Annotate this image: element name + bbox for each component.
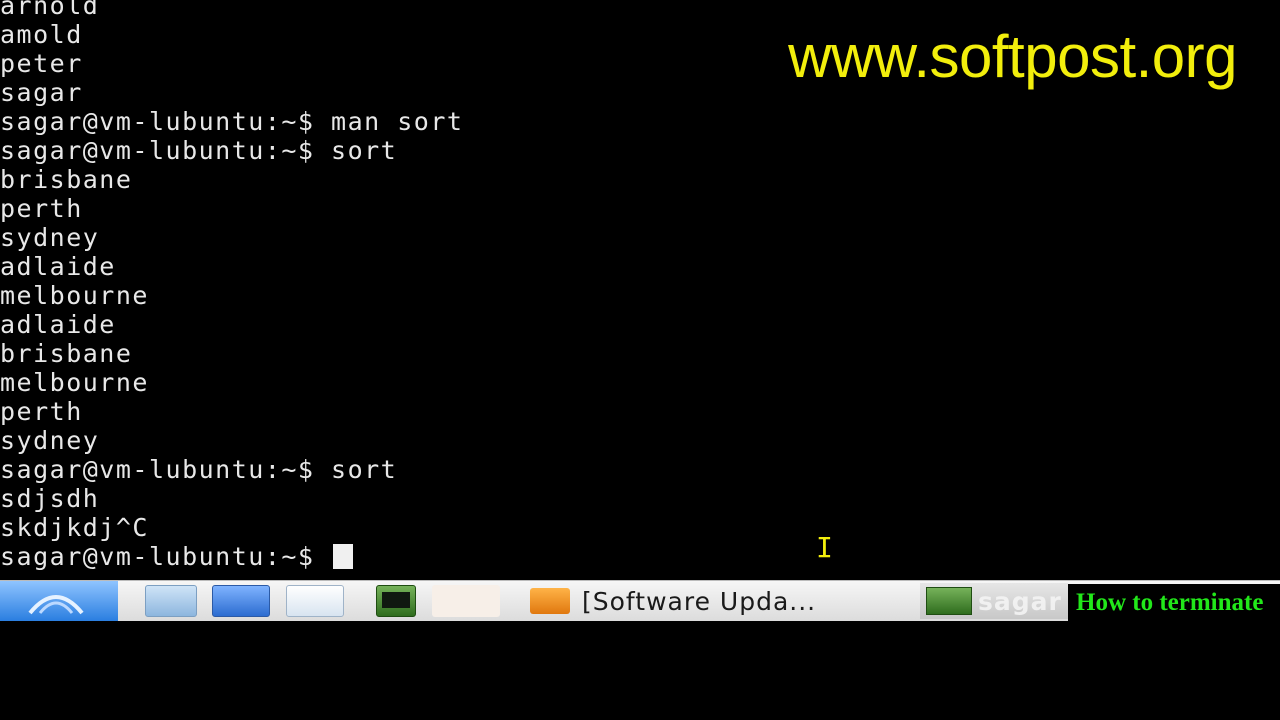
screen: arnold amold peter sagar sagar@vm-lubunt…: [0, 0, 1280, 720]
terminal-line: arnold: [0, 0, 100, 20]
terminal-line: brisbane: [0, 165, 133, 194]
terminal-line: melbourne: [0, 281, 149, 310]
bottom-letterbox: [0, 621, 1280, 720]
terminal-line: brisbane: [0, 339, 133, 368]
terminal-prompt-line[interactable]: sagar@vm-lubuntu:~$: [0, 542, 1280, 571]
terminal-prompt: sagar@vm-lubuntu:~$: [0, 542, 332, 571]
taskbar-empty-slot: [432, 585, 500, 617]
start-menu-button[interactable]: [0, 581, 118, 621]
watermark: www.softpost.org: [788, 23, 1237, 90]
terminal-line: sagar@vm-lubuntu:~$ sort: [0, 455, 398, 484]
terminal-line: melbourne: [0, 368, 149, 397]
terminal-icon: [926, 587, 972, 615]
taskbar-item-software-update[interactable]: [Software Upda...: [530, 583, 915, 619]
taskbar-item-label: sagar: [978, 586, 1062, 616]
taskbar-item-terminal[interactable]: sagar: [920, 583, 1068, 619]
terminal-line: adlaide: [0, 252, 116, 281]
text-cursor: [333, 544, 354, 569]
software-update-icon: [530, 588, 570, 614]
terminal-line: perth: [0, 397, 83, 426]
mouse-ibeam-cursor-icon: I: [816, 531, 833, 564]
terminal-line: adlaide: [0, 310, 116, 339]
terminal-line: perth: [0, 194, 83, 223]
taskbar-item-label: [Software Upda...: [582, 586, 817, 616]
terminal-launcher-icon[interactable]: [376, 585, 416, 617]
desktop-switcher-icon[interactable]: [212, 585, 270, 617]
start-menu-icon: [28, 595, 84, 615]
terminal-line: sagar@vm-lubuntu:~$ man sort: [0, 107, 464, 136]
terminal-line: sydney: [0, 426, 100, 455]
show-desktop-icon[interactable]: [286, 585, 344, 617]
video-caption: How to terminate: [1068, 584, 1280, 622]
terminal-line: skdjkdj^C: [0, 513, 149, 542]
terminal-line: sdjsdh: [0, 484, 100, 513]
terminal-line: sydney: [0, 223, 100, 252]
file-manager-launcher-icon[interactable]: [145, 585, 197, 617]
caption-text: How to terminate: [1076, 589, 1264, 616]
terminal-line: sagar@vm-lubuntu:~$ sort: [0, 136, 398, 165]
